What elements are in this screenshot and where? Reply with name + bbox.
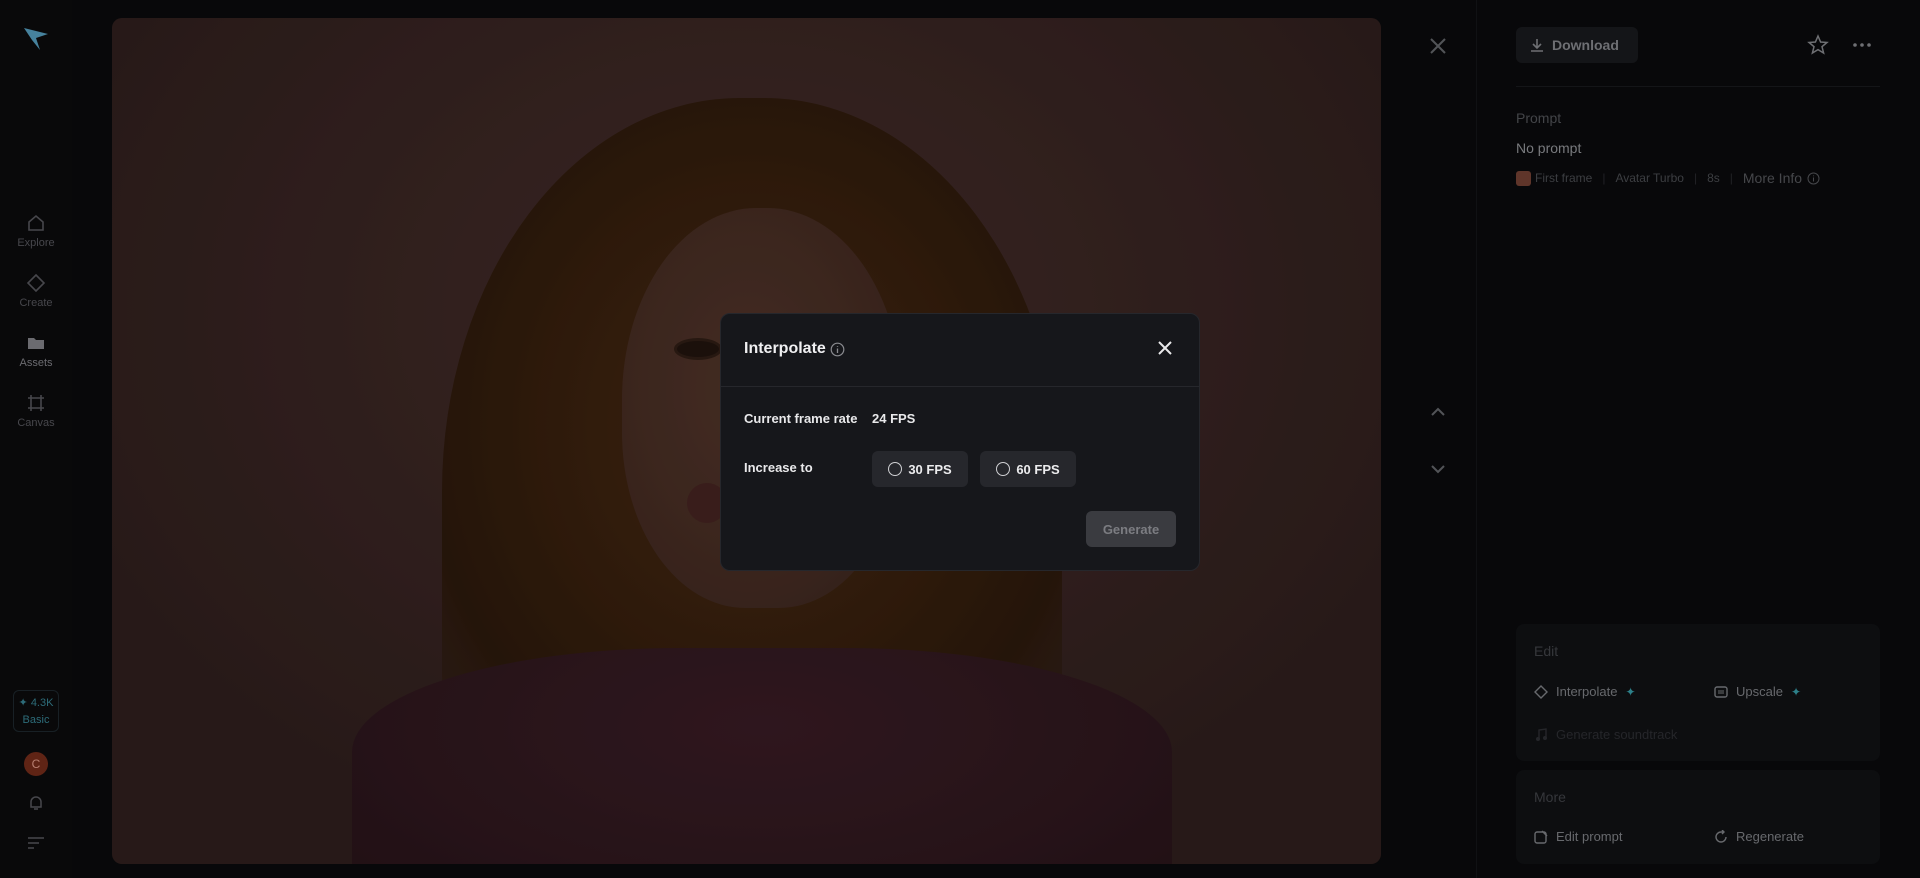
radio-icon <box>996 462 1011 476</box>
radio-icon <box>888 462 903 476</box>
info-icon[interactable] <box>830 342 845 357</box>
current-frame-rate-value: 24 FPS <box>872 411 916 426</box>
generate-button[interactable]: Generate <box>1086 511 1176 547</box>
interpolate-dialog: Interpolate Current frame rate 24 FPS In… <box>720 313 1200 571</box>
fps-option-30[interactable]: 30 FPS <box>872 451 968 487</box>
current-frame-rate-label: Current frame rate <box>744 411 858 426</box>
fps-option-label: 30 FPS <box>908 461 952 477</box>
dialog-header: Interpolate <box>721 314 1199 387</box>
fps-option-60[interactable]: 60 FPS <box>980 451 1076 487</box>
dialog-title: Interpolate <box>744 340 826 357</box>
fps-option-label: 60 FPS <box>1016 461 1060 477</box>
close-icon[interactable] <box>1155 338 1175 358</box>
increase-to-label: Increase to <box>744 460 813 475</box>
